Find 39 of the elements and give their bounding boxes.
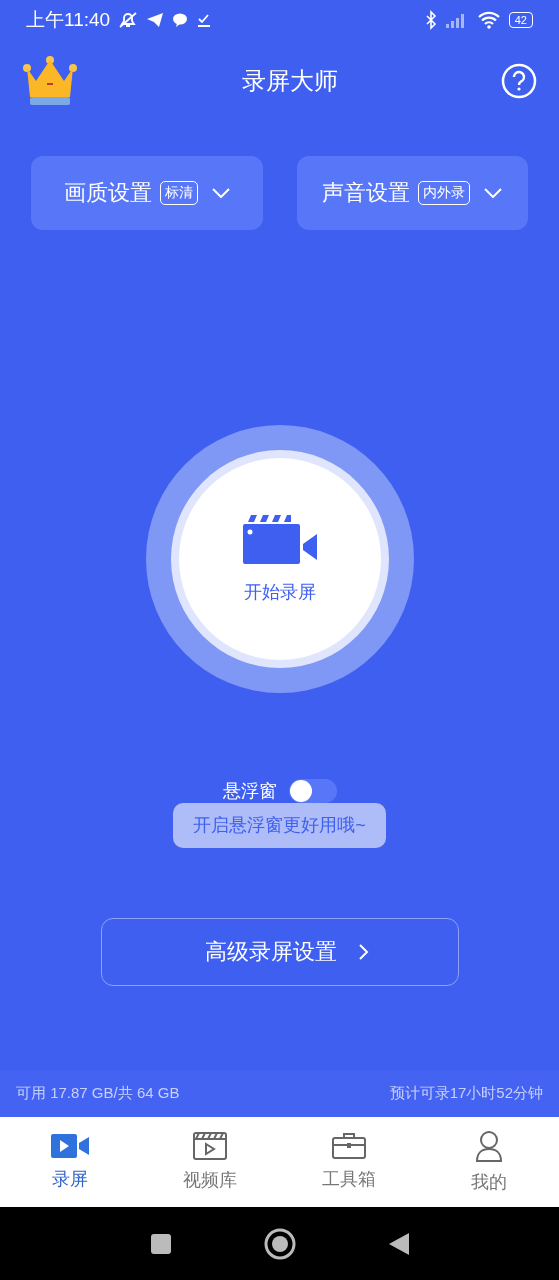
clapperboard-icon	[192, 1132, 227, 1160]
chevron-down-icon	[484, 188, 503, 198]
setting-label: 声音设置	[322, 179, 411, 207]
recording-estimate: 预计可录17小时52分钟	[389, 1084, 543, 1103]
home-button[interactable]	[263, 1227, 296, 1260]
setting-tag: 标清	[159, 181, 198, 205]
tab[interactable]: 视频库	[139, 1117, 280, 1207]
crown-icon[interactable]	[22, 56, 78, 106]
hint-tooltip: 开启悬浮窗更好用哦~	[173, 803, 386, 848]
status-time: 上午11:40	[26, 8, 111, 32]
recents-button[interactable]	[149, 1232, 172, 1255]
bluetooth-icon	[424, 10, 437, 30]
setting-label: 画质设置	[63, 179, 152, 207]
tab[interactable]: 工具箱	[279, 1117, 420, 1207]
settings-dropdown[interactable]: 声音设置 内外录	[296, 156, 528, 230]
battery-level: 42	[508, 12, 533, 28]
tab[interactable]: 录屏	[0, 1117, 140, 1207]
video-camera-icon	[241, 514, 318, 566]
floating-window-toggle[interactable]	[288, 779, 337, 803]
app-title: 录屏大师	[240, 66, 339, 96]
wifi-icon	[476, 11, 501, 29]
advanced-settings-button[interactable]: 高级录屏设置	[100, 918, 459, 986]
settings-dropdown[interactable]: 画质设置 标清	[31, 156, 263, 230]
chevron-right-icon	[358, 944, 369, 960]
person-icon	[475, 1130, 504, 1162]
tab[interactable]: 我的	[419, 1117, 559, 1207]
floating-window-label: 悬浮窗	[222, 780, 277, 803]
help-icon[interactable]	[501, 63, 537, 99]
storage-info: 可用 17.87 GB/共 64 GB	[16, 1084, 180, 1103]
start-record-button[interactable]: 开始录屏	[178, 458, 381, 660]
chevron-down-icon	[211, 188, 230, 198]
setting-tag: 内外录	[418, 181, 471, 205]
paper-plane-icon	[146, 12, 165, 28]
mute-bell-icon	[118, 11, 139, 29]
chat-bubble-icon	[172, 12, 189, 28]
download-check-icon	[196, 12, 213, 28]
briefcase-icon	[332, 1133, 367, 1159]
video-camera-icon	[50, 1133, 89, 1159]
back-button[interactable]	[387, 1231, 410, 1256]
